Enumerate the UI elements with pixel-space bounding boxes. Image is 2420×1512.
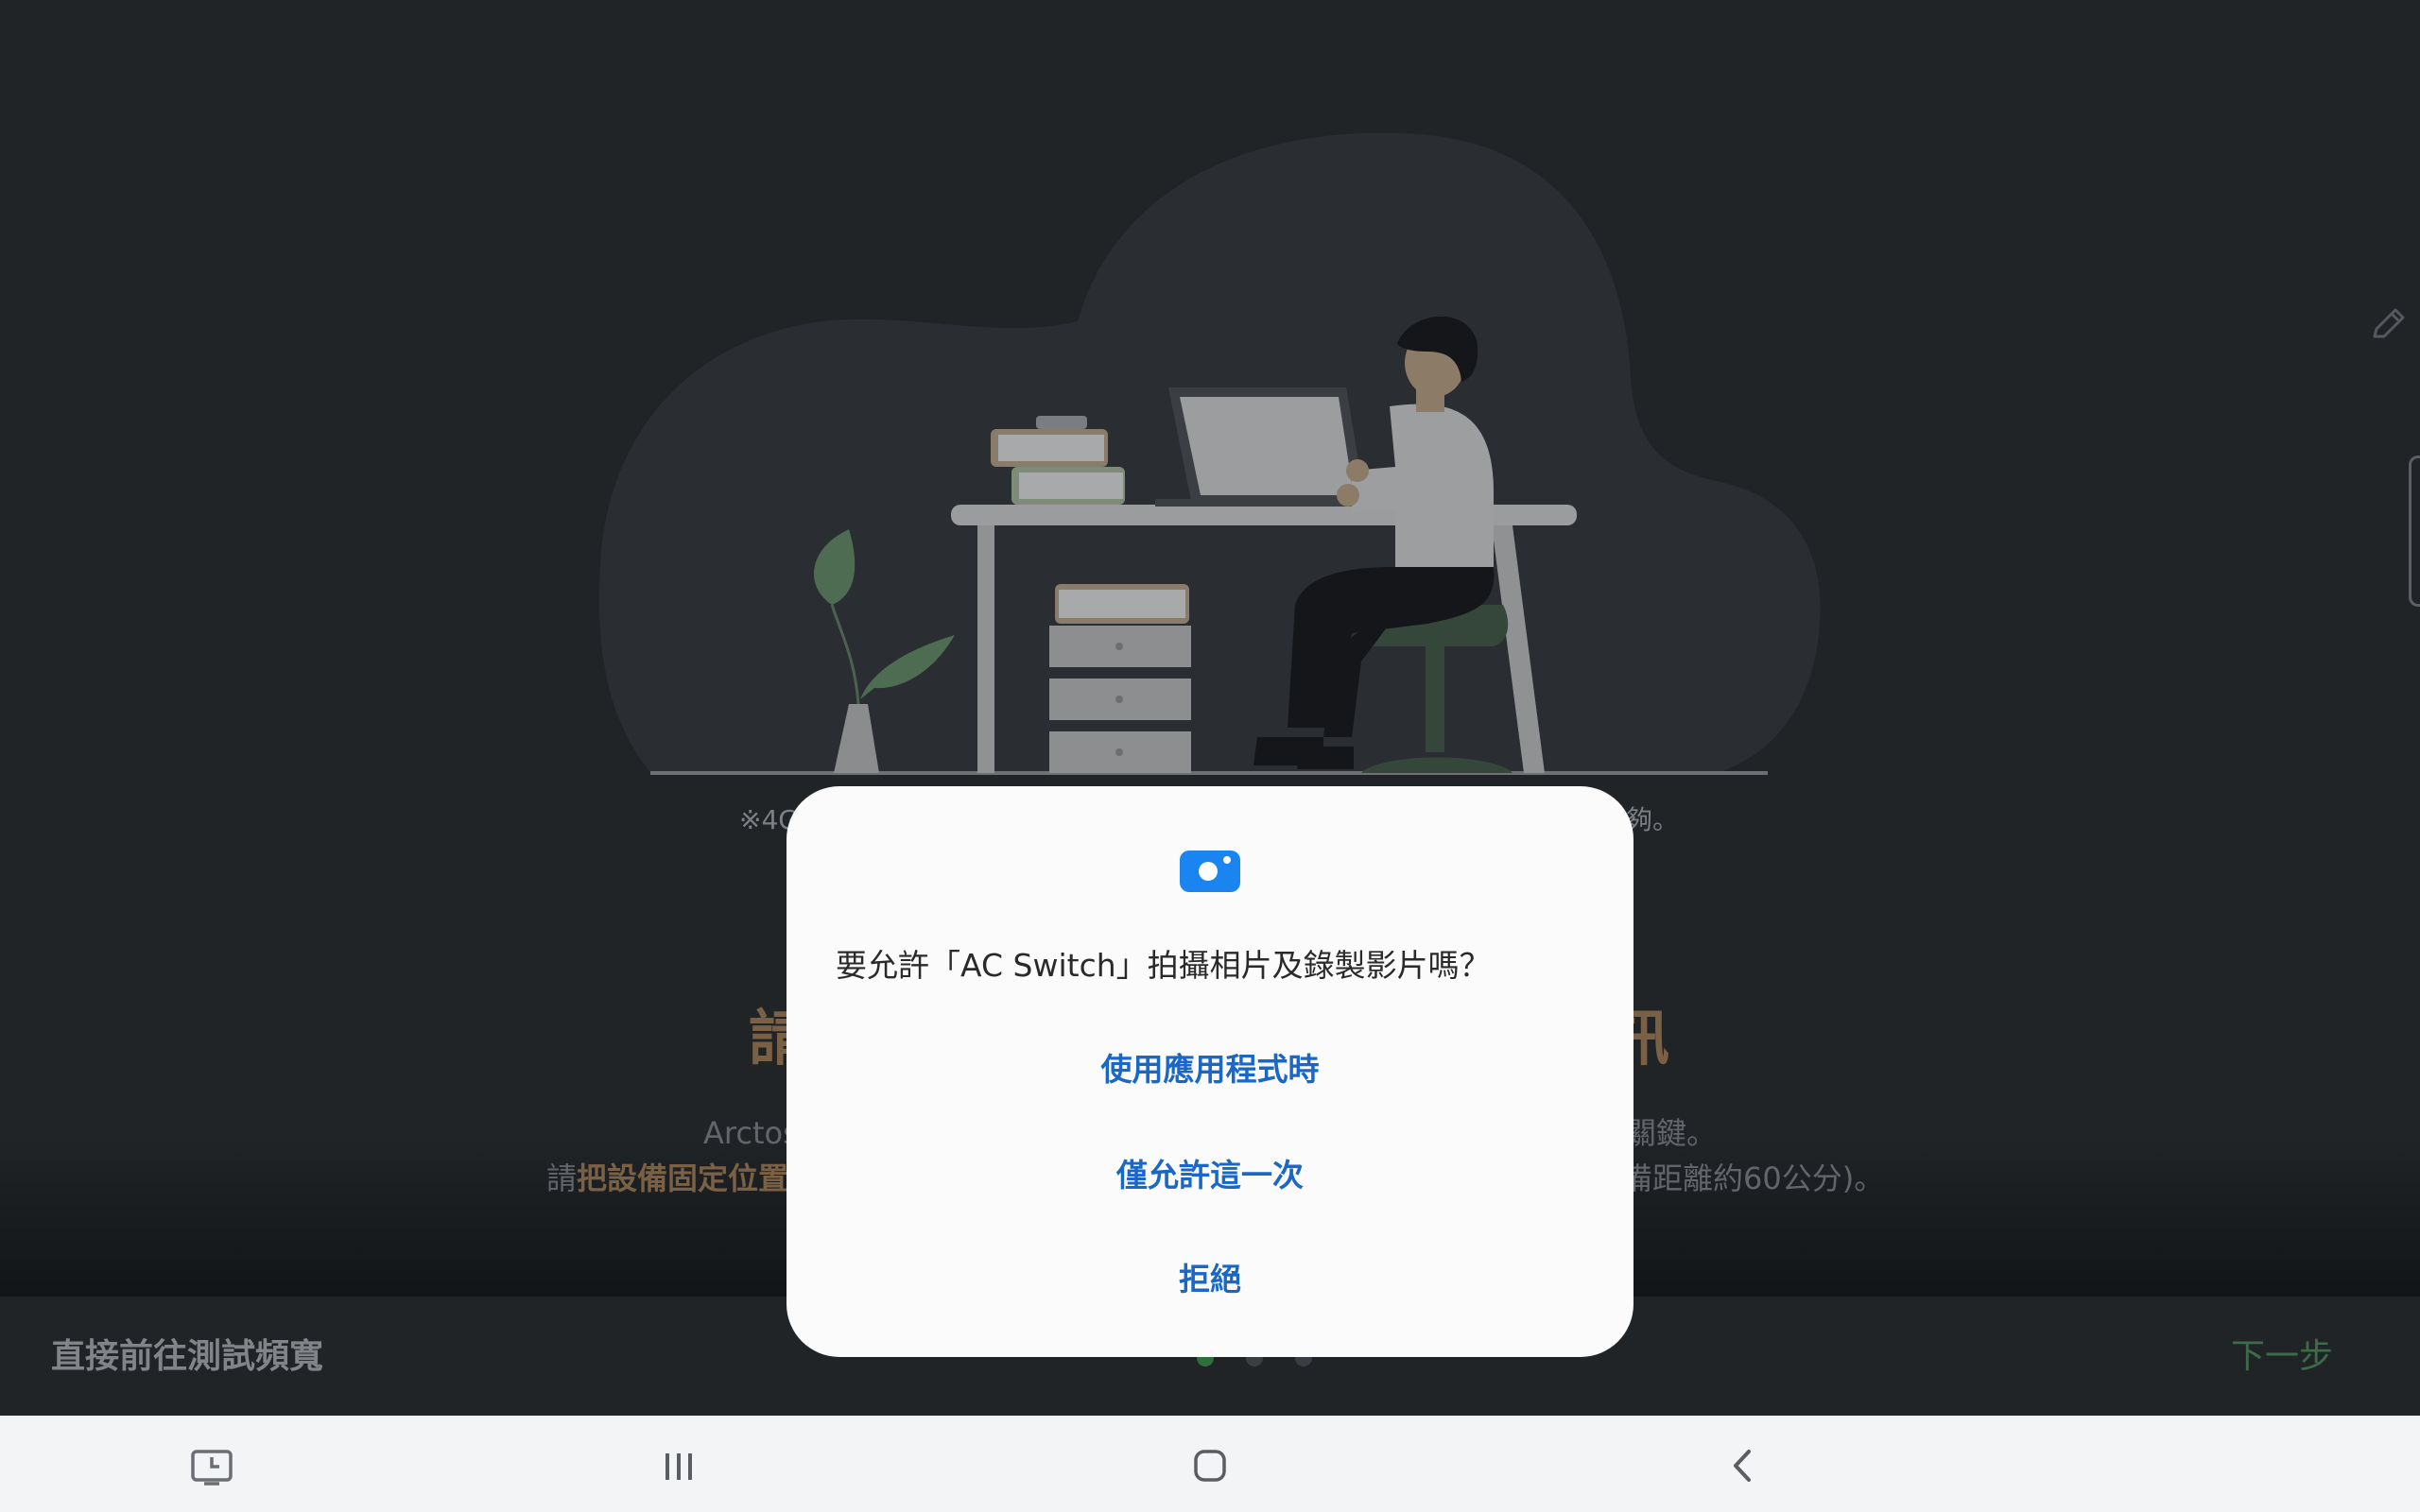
recent-apps-icon (666, 1453, 692, 1480)
camera-icon (1180, 850, 1240, 892)
description-highlight: 把設備固定位置 (577, 1160, 789, 1196)
skip-to-speed-test-button[interactable]: 直接前往測試頻寬 (51, 1331, 323, 1383)
description-line2-left: 請把設備固定位置 (546, 1155, 788, 1202)
permission-message: 要允許「AC Switch」拍攝相片及錄製影片嗎？ (836, 947, 1491, 984)
description-line1-left: Arctos (703, 1115, 799, 1151)
description-line1-right: 關鍵。 (1626, 1115, 1718, 1151)
home-icon (1194, 1450, 1226, 1482)
description-prefix: 請 (546, 1160, 578, 1196)
network-note-right: 夠。 (1626, 804, 1680, 835)
deny-button[interactable]: 拒絕 (786, 1242, 1634, 1317)
recent-apps-button[interactable] (648, 1436, 709, 1497)
edge-panel-handle[interactable] (2409, 455, 2420, 607)
pencil-icon[interactable] (2369, 306, 2407, 344)
next-step-button[interactable]: 下一步 (2231, 1331, 2333, 1383)
description-line2-right: 備距離約60公分)。 (1622, 1160, 1885, 1196)
back-icon (1734, 1450, 1751, 1482)
screen-recorder-icon (191, 1450, 233, 1486)
back-button[interactable] (1713, 1436, 1773, 1497)
screen-recorder-button[interactable] (182, 1436, 242, 1497)
home-button[interactable] (1180, 1436, 1240, 1497)
allow-while-using-button[interactable]: 使用應用程式時 (786, 1032, 1634, 1108)
allow-once-button[interactable]: 僅允許這一次 (786, 1138, 1634, 1213)
